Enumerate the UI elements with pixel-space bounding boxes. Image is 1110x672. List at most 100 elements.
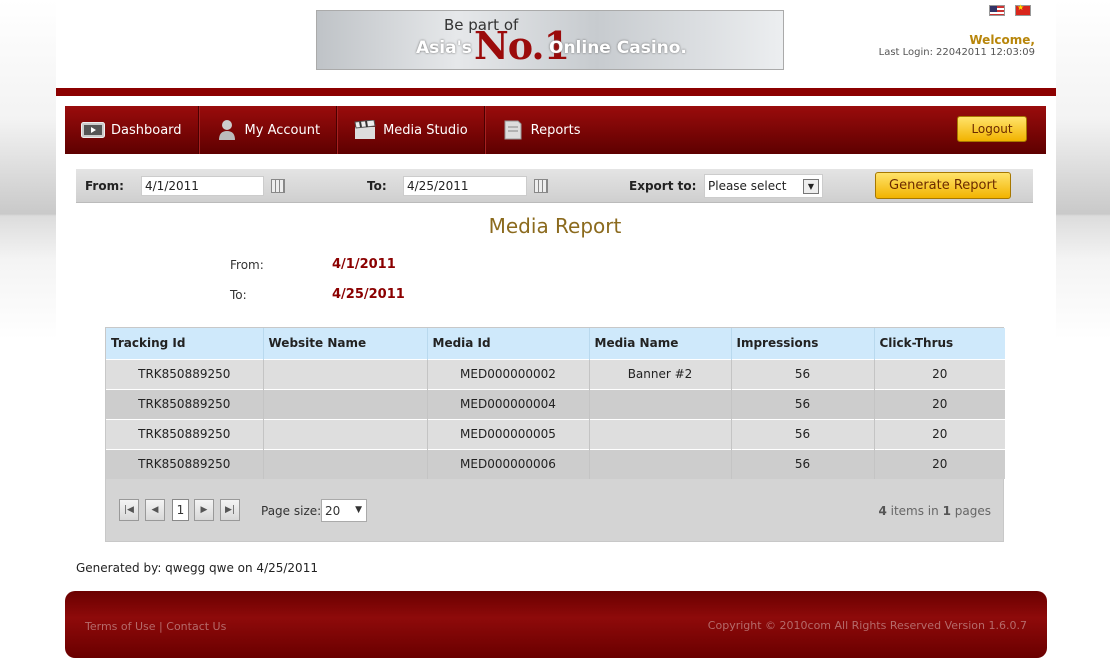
banner-line3: Online Casino. — [549, 38, 687, 58]
last-page-icon[interactable]: ▶| — [220, 499, 240, 521]
chevron-down-icon[interactable]: ▼ — [355, 505, 362, 515]
clapperboard-icon — [353, 120, 377, 140]
cell-impressions: 56 — [731, 448, 875, 479]
cell-tracking-id: TRK850889250 — [106, 358, 264, 389]
last-login: Last Login: 22042011 12:03:09 — [879, 47, 1035, 58]
nav-label-my-account: My Account — [244, 122, 321, 138]
copyright-text: Copyright © 2010com All Rights Reserved — [707, 619, 942, 632]
cell-website-name — [263, 418, 428, 449]
cell-click-thrus: 20 — [874, 358, 1005, 389]
report-to-label: To: — [230, 288, 247, 302]
nav-label-reports: Reports — [530, 122, 581, 138]
export-label: Export to: — [629, 179, 697, 193]
page-footer: Terms of Use | Contact Us Copyright © 20… — [65, 591, 1047, 658]
cell-website-name — [263, 448, 428, 479]
report-from-value: 4/1/2011 — [332, 257, 396, 272]
nav-label-dashboard: Dashboard — [111, 122, 182, 138]
items-count: 4 — [878, 504, 887, 518]
page-size-value: 20 — [325, 504, 341, 518]
cell-click-thrus: 20 — [874, 388, 1005, 419]
nav-item-dashboard[interactable]: Dashboard — [65, 106, 199, 154]
first-page-icon[interactable]: |◀ — [119, 499, 139, 521]
main-nav: Dashboard My Account Media Studio Report… — [65, 106, 1046, 154]
cell-media-name: Banner #2 — [589, 358, 732, 389]
language-flags — [989, 3, 1031, 16]
chevron-down-icon[interactable]: ▼ — [803, 179, 819, 194]
items-text: items in — [890, 504, 939, 518]
column-header-media-name[interactable]: Media Name — [589, 328, 732, 359]
version-text: Version 1.6.0.7 — [944, 619, 1027, 632]
from-label: From: — [85, 179, 124, 193]
cell-impressions: 56 — [731, 418, 875, 449]
calendar-icon[interactable] — [271, 179, 285, 193]
logout-button[interactable]: Logout — [957, 116, 1027, 142]
page-size-label: Page size: — [261, 504, 322, 518]
to-label: To: — [367, 179, 387, 193]
last-login-label: Last Login: — [878, 47, 933, 58]
cell-website-name — [263, 388, 428, 419]
cell-click-thrus: 20 — [874, 448, 1005, 479]
terms-of-use-link[interactable]: Terms of Use — [85, 620, 156, 633]
current-page-number[interactable]: 1 — [172, 499, 189, 521]
footer-separator: | — [159, 620, 163, 633]
calendar-icon[interactable] — [534, 179, 548, 193]
generate-report-button[interactable]: Generate Report — [875, 172, 1011, 199]
column-header-tracking-id[interactable]: Tracking Id — [106, 328, 264, 359]
report-from-label: From: — [230, 258, 264, 272]
cell-website-name — [263, 358, 428, 389]
cell-media-name — [589, 418, 732, 449]
footer-copyright: Copyright © 2010com All Rights Reserved … — [708, 619, 1027, 632]
cell-impressions: 56 — [731, 358, 875, 389]
cell-media-name — [589, 388, 732, 419]
pages-count: 1 — [942, 504, 951, 518]
cell-impressions: 56 — [731, 388, 875, 419]
cell-tracking-id: TRK850889250 — [106, 448, 264, 479]
footer-links: Terms of Use | Contact Us — [85, 620, 226, 633]
contact-us-link[interactable]: Contact Us — [166, 620, 226, 633]
cell-media-id: MED000000006 — [427, 448, 590, 479]
welcome-text: Welcome, — [969, 33, 1035, 47]
nav-item-reports[interactable]: Reports — [485, 106, 597, 154]
media-report-grid: Tracking Id Website Name Media Id Media … — [105, 327, 1005, 542]
banner-line2: Asia's — [416, 38, 472, 58]
next-page-icon[interactable]: ▶ — [194, 499, 214, 521]
page-size-select[interactable]: 20 ▼ — [321, 499, 367, 522]
cell-media-name — [589, 448, 732, 479]
cell-media-id: MED000000002 — [427, 358, 590, 389]
cell-tracking-id: TRK850889250 — [106, 388, 264, 419]
column-header-impressions[interactable]: Impressions — [731, 328, 875, 359]
to-date-input[interactable]: 4/25/2011 — [403, 176, 527, 196]
table-row[interactable]: TRK850889250 MED000000004 56 20 — [106, 388, 1005, 419]
table-header-row: Tracking Id Website Name Media Id Media … — [106, 328, 1005, 359]
user-icon — [215, 120, 239, 140]
export-selected-value: Please select — [708, 179, 787, 193]
cell-click-thrus: 20 — [874, 418, 1005, 449]
last-login-value: 22042011 12:03:09 — [936, 47, 1035, 58]
previous-page-icon[interactable]: ◀ — [145, 499, 165, 521]
report-to-value: 4/25/2011 — [332, 287, 405, 302]
table-row[interactable]: TRK850889250 MED000000006 56 20 — [106, 448, 1005, 479]
header-divider — [56, 88, 1056, 96]
nav-item-media-studio[interactable]: Media Studio — [337, 106, 485, 154]
from-date-input[interactable]: 4/1/2011 — [141, 176, 264, 196]
generated-by-text: Generated by: qwegg qwe on 4/25/2011 — [76, 561, 318, 575]
column-header-website-name[interactable]: Website Name — [263, 328, 428, 359]
us-flag-icon[interactable] — [989, 5, 1005, 16]
table-pager: |◀ ◀ 1 ▶ ▶| Page size: 20 ▼ 4 items in 1… — [106, 480, 1003, 540]
table-row[interactable]: TRK850889250 MED000000005 56 20 — [106, 418, 1005, 449]
nav-label-media-studio: Media Studio — [383, 122, 468, 138]
nav-item-my-account[interactable]: My Account — [199, 106, 338, 154]
export-select[interactable]: Please select ▼ — [704, 174, 823, 198]
china-flag-icon[interactable] — [1015, 3, 1031, 16]
column-header-click-thrus[interactable]: Click-Thrus — [874, 328, 1005, 359]
report-table: Tracking Id Website Name Media Id Media … — [106, 328, 1005, 479]
cell-tracking-id: TRK850889250 — [106, 418, 264, 449]
pager-info: 4 items in 1 pages — [878, 504, 991, 518]
pages-text: pages — [954, 504, 991, 518]
cell-media-id: MED000000004 — [427, 388, 590, 419]
column-header-media-id[interactable]: Media Id — [427, 328, 590, 359]
table-row[interactable]: TRK850889250 MED000000002 Banner #2 56 2… — [106, 358, 1005, 389]
report-filter-bar: From: 4/1/2011 To: 4/25/2011 Export to: … — [76, 169, 1033, 203]
casino-banner[interactable]: Be part of Asia's No.1 Online Casino. — [316, 10, 784, 70]
cell-media-id: MED000000005 — [427, 418, 590, 449]
